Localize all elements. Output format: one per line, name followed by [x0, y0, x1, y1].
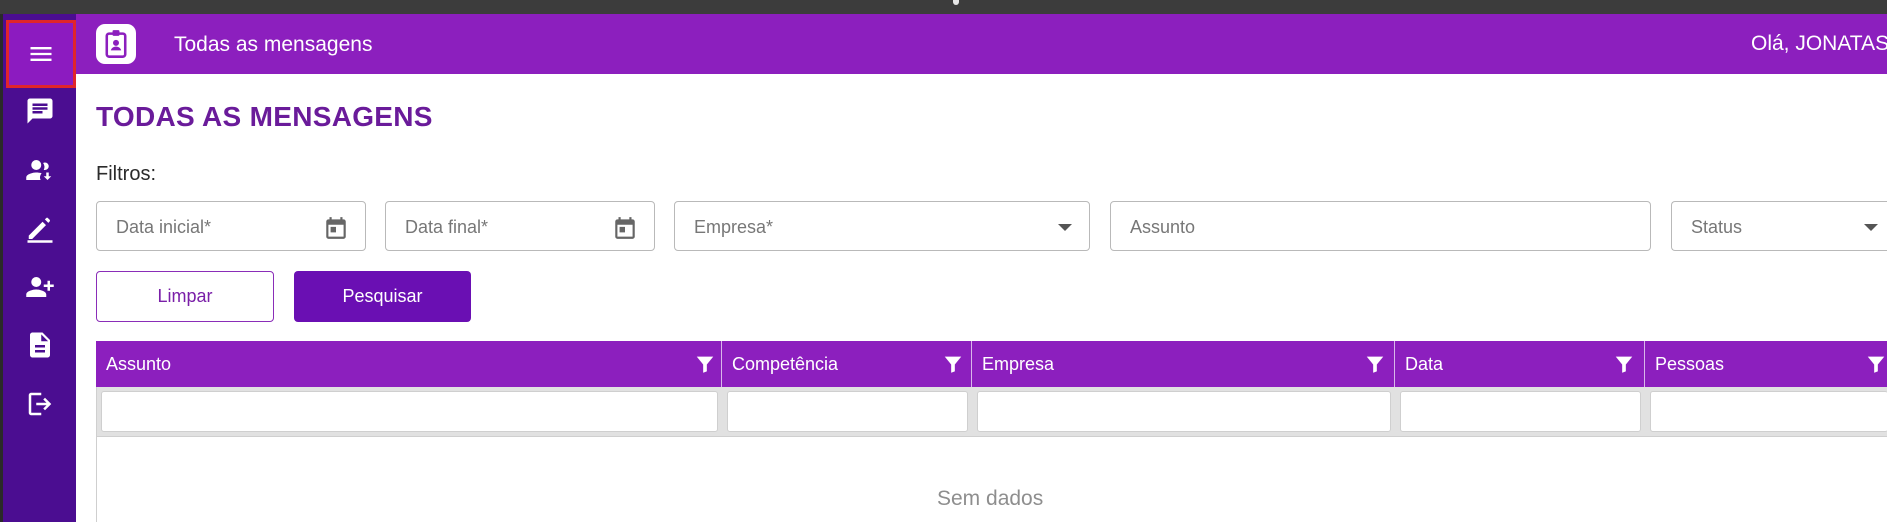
pencil-icon — [27, 217, 52, 243]
column-label: Empresa — [982, 354, 1055, 374]
menu-icon — [30, 47, 52, 61]
column-label: Pessoas — [1655, 354, 1725, 374]
sidebar-item-edit[interactable] — [3, 200, 76, 258]
empty-state-text: Sem dados — [937, 487, 1044, 510]
sidebar-item-logout[interactable] — [3, 375, 76, 433]
logout-icon — [28, 392, 51, 416]
grid-filter-row — [96, 387, 1887, 436]
column-header-competencia[interactable]: Competência — [722, 341, 972, 387]
column-header-empresa[interactable]: Empresa — [972, 341, 1395, 387]
page-title: TODAS AS MENSAGENS — [96, 101, 433, 132]
column-label: Data — [1405, 354, 1444, 374]
sidebar-item-contacts[interactable] — [3, 141, 76, 199]
filter-icon[interactable] — [1364, 353, 1386, 375]
chat-icon — [27, 98, 52, 124]
sidebar-item-documents[interactable] — [3, 316, 76, 374]
start-date-field[interactable]: Data inicial* — [96, 201, 366, 251]
end-date-placeholder: Data final* — [405, 217, 489, 237]
window-top-strip — [0, 0, 1887, 14]
app-header: Todas as mensagens Olá, JONATAS — [76, 14, 1887, 74]
filter-icon[interactable] — [942, 353, 964, 375]
column-header-assunto[interactable]: Assunto — [96, 341, 722, 387]
document-icon — [29, 332, 50, 358]
grid-body: Sem dados — [96, 436, 1887, 522]
status-select[interactable]: Status — [1671, 201, 1887, 251]
calendar-icon[interactable] — [612, 215, 638, 241]
badge-icon — [105, 30, 127, 58]
search-button[interactable]: Pesquisar — [294, 271, 471, 322]
empresa-filter-input[interactable] — [977, 391, 1391, 432]
end-date-field[interactable]: Data final* — [385, 201, 655, 251]
users-download-icon — [25, 160, 51, 180]
grid-header: Assunto Competência Empresa Data Pessoas — [96, 341, 1887, 387]
assunto-filter-input[interactable] — [101, 391, 718, 432]
sidebar-item-messages[interactable] — [3, 82, 76, 140]
filter-icon[interactable] — [1865, 353, 1887, 375]
filter-icon[interactable] — [1613, 353, 1635, 375]
competencia-filter-input[interactable] — [727, 391, 968, 432]
filters-label: Filtros: — [96, 163, 156, 185]
start-date-placeholder: Data inicial* — [116, 217, 212, 237]
filter-icon[interactable] — [694, 353, 716, 375]
column-header-data[interactable]: Data — [1395, 341, 1645, 387]
subject-input[interactable]: Assunto — [1110, 201, 1651, 251]
status-placeholder: Status — [1691, 217, 1743, 237]
chevron-down-icon — [1864, 224, 1878, 231]
pessoas-filter-input[interactable] — [1650, 391, 1887, 432]
calendar-icon[interactable] — [323, 215, 349, 241]
user-greeting[interactable]: Olá, JONATAS — [1751, 32, 1887, 56]
subject-placeholder: Assunto — [1130, 217, 1196, 237]
data-filter-input[interactable] — [1400, 391, 1641, 432]
column-label: Competência — [732, 354, 839, 374]
menu-button[interactable] — [6, 20, 76, 88]
app-logo[interactable] — [96, 24, 136, 64]
sidebar — [3, 14, 76, 522]
company-placeholder: Empresa* — [694, 217, 774, 237]
column-label: Assunto — [106, 354, 172, 374]
add-user-icon — [25, 277, 54, 297]
company-select[interactable]: Empresa* — [674, 201, 1090, 251]
column-header-pessoas[interactable]: Pessoas — [1645, 341, 1887, 387]
header-title: Todas as mensagens — [174, 33, 373, 56]
clear-button[interactable]: Limpar — [96, 271, 274, 322]
window-top-marker — [953, 0, 959, 5]
sidebar-item-add-user[interactable] — [3, 258, 76, 316]
chevron-down-icon — [1058, 224, 1072, 231]
